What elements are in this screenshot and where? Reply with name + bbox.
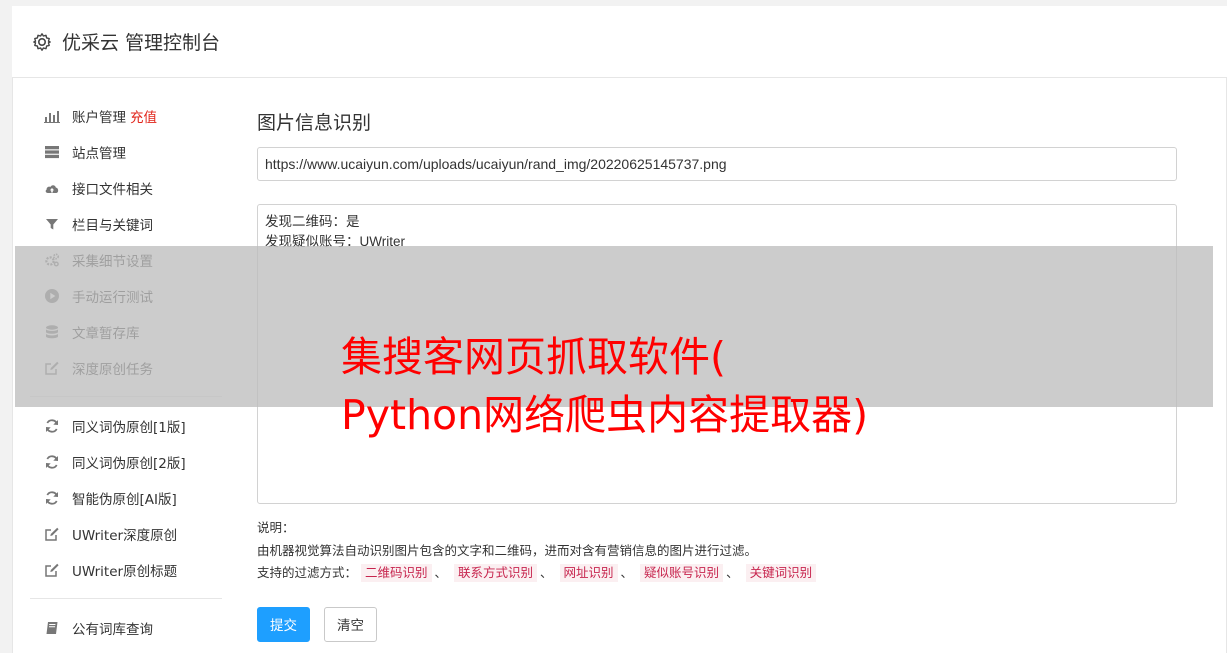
watermark-text: 集搜客网页抓取软件( Python网络爬虫内容提取器) xyxy=(341,328,868,444)
filter-chip: 二维码识别 xyxy=(361,564,432,582)
separator: 、 xyxy=(620,565,634,580)
filter-chip: 疑似账号识别 xyxy=(640,564,724,582)
sidebar-item[interactable]: 接口文件相关 xyxy=(30,170,222,206)
notes-heading: 说明： xyxy=(257,520,295,535)
watermark-line: Python网络爬虫内容提取器) xyxy=(341,391,869,439)
sidebar-item-label: 同义词伪原创[2版] xyxy=(72,456,186,472)
sidebar-item-label: 栏目与关键词 xyxy=(72,218,153,234)
filter-chip: 网址识别 xyxy=(559,564,618,582)
gear-icon[interactable] xyxy=(32,32,52,52)
sidebar-item[interactable]: 栏目与关键词 xyxy=(30,206,222,242)
book-icon xyxy=(43,619,61,637)
sidebar-item-label: 公有词库查询 xyxy=(72,622,153,638)
server-icon xyxy=(43,143,61,161)
filter-chip: 关键词识别 xyxy=(745,564,817,582)
sidebar-item-label: 接口文件相关 xyxy=(72,182,153,198)
sidebar-divider xyxy=(30,598,222,599)
clear-button[interactable]: 清空 xyxy=(324,606,377,642)
sidebar-item-label: 同义词伪原创[1版] xyxy=(72,420,186,436)
sidebar-item[interactable]: 公有词库查询 xyxy=(30,610,222,646)
refresh-icon xyxy=(43,489,61,507)
sidebar-item-label: 智能伪原创[AI版] xyxy=(72,492,177,508)
sidebar-item-label: UWriter原创标题 xyxy=(72,564,178,580)
submit-button[interactable]: 提交 xyxy=(257,606,310,642)
edit-icon xyxy=(43,561,61,579)
edit-icon xyxy=(43,525,61,543)
cloud-upload-icon xyxy=(43,179,61,197)
section-title: 图片信息识别 xyxy=(257,112,372,134)
separator: 、 xyxy=(434,565,448,580)
image-url-input[interactable] xyxy=(257,147,1177,181)
refresh-icon xyxy=(43,417,61,435)
refresh-icon xyxy=(43,453,61,471)
page-title: 优采云 管理控制台 xyxy=(62,32,221,54)
result-line: 发现二维码：是 xyxy=(265,214,360,229)
page-header: 优采云 管理控制台 xyxy=(12,6,1227,78)
sidebar-item-label: 账户管理 xyxy=(72,110,126,126)
filter-chip: 联系方式识别 xyxy=(454,564,538,582)
sidebar-item-label: UWriter深度原创 xyxy=(72,528,178,544)
watermark-line: 集搜客网页抓取软件( xyxy=(341,333,726,381)
sidebar-item[interactable]: 账户管理 充值 xyxy=(30,98,222,134)
notes-description: 由机器视觉算法自动识别图片包含的文字和二维码，进而对含有营销信息的图片进行过滤。 xyxy=(257,542,758,558)
filter-icon xyxy=(43,215,61,233)
sidebar-item[interactable]: UWriter深度原创 xyxy=(30,516,222,552)
sidebar-item[interactable]: 同义词伪原创[1版] xyxy=(30,408,222,444)
sidebar-item[interactable]: 智能伪原创[AI版] xyxy=(30,480,222,516)
separator: 、 xyxy=(726,565,739,580)
notes: 说明： 由机器视觉算法自动识别图片包含的文字和二维码，进而对含有营销信息的图片进… xyxy=(257,517,1177,585)
recharge-link[interactable]: 充值 xyxy=(130,106,157,126)
filter-methods: 支持的过滤方式： 二维码识别、 联系方式识别、 网址识别、 疑似账号识别、 关键… xyxy=(257,562,1177,585)
sidebar-item[interactable]: 站点管理 xyxy=(30,134,222,170)
sidebar-item[interactable]: UWriter原创标题 xyxy=(30,552,222,588)
sidebar-item[interactable]: 同义词伪原创[2版] xyxy=(30,444,222,480)
separator: 、 xyxy=(540,565,553,580)
bar-chart-icon xyxy=(43,107,61,125)
form-buttons: 提交 清空 xyxy=(257,606,1177,642)
sidebar-item-label: 站点管理 xyxy=(72,146,126,162)
filter-methods-label: 支持的过滤方式： xyxy=(257,565,358,580)
